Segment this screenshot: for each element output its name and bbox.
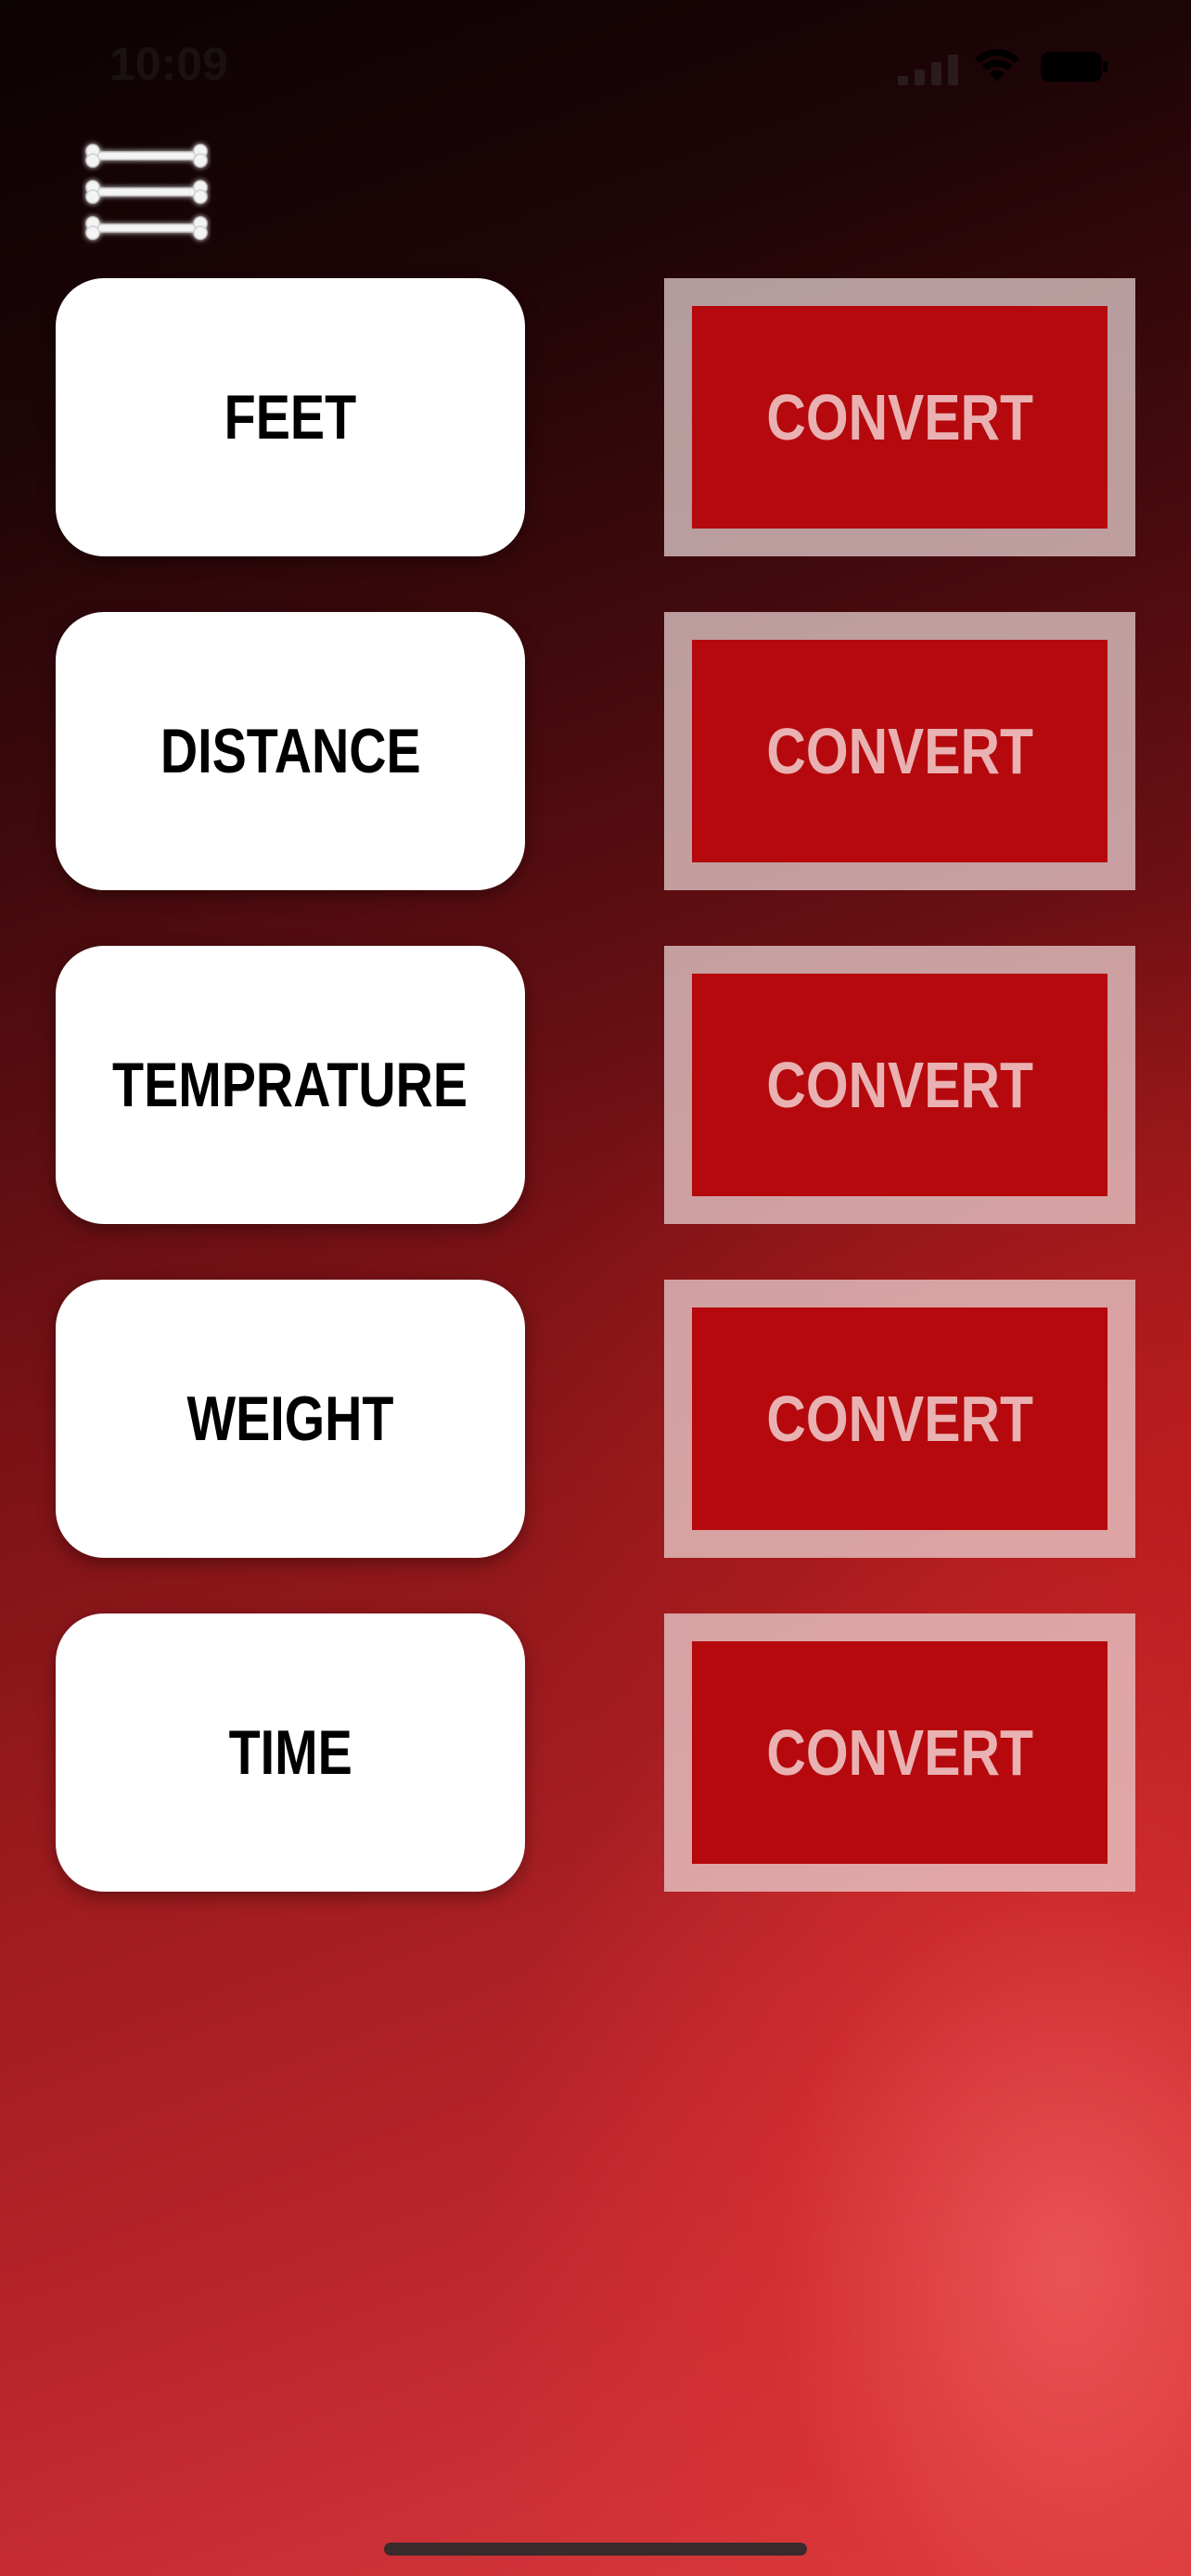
converter-row-time: TIME CONVERT <box>0 1613 1191 1892</box>
convert-button-fill: CONVERT <box>692 1307 1108 1530</box>
convert-button-fill: CONVERT <box>692 1641 1108 1864</box>
unit-button-time[interactable]: TIME <box>56 1613 525 1892</box>
convert-button-time[interactable]: CONVERT <box>664 1613 1135 1892</box>
convert-button-distance[interactable]: CONVERT <box>664 612 1135 890</box>
convert-label: CONVERT <box>766 1716 1033 1789</box>
convert-button-fill: CONVERT <box>692 306 1108 529</box>
unit-label: TEMPRATURE <box>112 1050 468 1120</box>
convert-button-fill: CONVERT <box>692 974 1108 1196</box>
wifi-icon <box>974 48 1020 83</box>
converter-row-feet: FEET CONVERT <box>0 278 1191 556</box>
convert-button-fill: CONVERT <box>692 640 1108 862</box>
converter-row-temprature: TEMPRATURE CONVERT <box>0 946 1191 1224</box>
unit-label: FEET <box>224 382 357 453</box>
home-indicator[interactable] <box>384 2543 807 2556</box>
unit-button-temprature[interactable]: TEMPRATURE <box>56 946 525 1224</box>
unit-label: TIME <box>228 1717 352 1788</box>
unit-button-weight[interactable]: WEIGHT <box>56 1280 525 1558</box>
unit-button-feet[interactable]: FEET <box>56 278 525 556</box>
convert-label: CONVERT <box>766 1049 1033 1121</box>
battery-icon <box>1041 52 1109 82</box>
convert-label: CONVERT <box>766 381 1033 453</box>
status-bar: 10:09 <box>0 0 1191 130</box>
menu-button[interactable] <box>82 137 211 247</box>
unit-label: WEIGHT <box>186 1384 394 1454</box>
unit-label: DISTANCE <box>160 716 421 786</box>
convert-button-temprature[interactable]: CONVERT <box>664 946 1135 1224</box>
converter-row-distance: DISTANCE CONVERT <box>0 612 1191 890</box>
convert-button-feet[interactable]: CONVERT <box>664 278 1135 556</box>
unit-button-distance[interactable]: DISTANCE <box>56 612 525 890</box>
converter-row-weight: WEIGHT CONVERT <box>0 1280 1191 1558</box>
hamburger-bone-icon <box>82 137 211 247</box>
status-time: 10:09 <box>109 38 228 90</box>
cellular-signal-icon <box>896 54 963 85</box>
convert-label: CONVERT <box>766 1383 1033 1455</box>
convert-label: CONVERT <box>766 715 1033 787</box>
convert-button-weight[interactable]: CONVERT <box>664 1280 1135 1558</box>
